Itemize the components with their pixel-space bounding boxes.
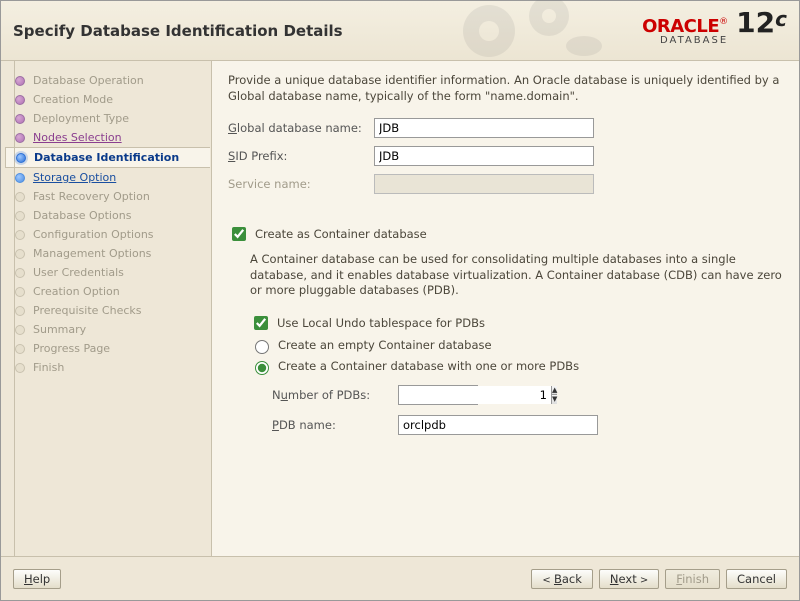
intro-text: Provide a unique database identifier inf… — [228, 73, 783, 104]
step-finish: Finish — [5, 358, 209, 377]
help-button[interactable]: Help — [13, 569, 61, 589]
radio-empty-cdb[interactable] — [255, 340, 269, 354]
content-pane: Provide a unique database identifier inf… — [211, 61, 799, 556]
service-name-label: Service name: — [228, 177, 368, 191]
step-bullet-icon — [15, 344, 25, 354]
step-creation-option: Creation Option — [5, 282, 209, 301]
step-database-operation: Database Operation — [5, 71, 209, 90]
local-undo-row: Use Local Undo tablespace for PDBs — [250, 313, 783, 333]
step-management-options: Management Options — [5, 244, 209, 263]
step-configuration-options: Configuration Options — [5, 225, 209, 244]
cdb-description: A Container database can be used for con… — [250, 252, 783, 299]
create-cdb-row: Create as Container database — [228, 224, 783, 244]
next-button[interactable]: Next > — [599, 569, 659, 589]
step-storage-option[interactable]: Storage Option — [5, 168, 209, 187]
step-bullet-icon — [15, 173, 25, 183]
radio-empty-cdb-label: Create an empty Container database — [278, 338, 492, 352]
header: Specify Database Identification Details … — [1, 1, 799, 61]
step-fast-recovery-option: Fast Recovery Option — [5, 187, 209, 206]
step-bullet-icon — [15, 268, 25, 278]
step-bullet-icon — [15, 249, 25, 259]
identifier-form: Global database name: SID Prefix: Servic… — [228, 118, 783, 194]
step-bullet-icon — [15, 363, 25, 373]
step-prerequisite-checks: Prerequisite Checks — [5, 301, 209, 320]
page-title: Specify Database Identification Details — [13, 22, 343, 40]
step-bullet-icon — [15, 114, 25, 124]
back-button[interactable]: < Back — [531, 569, 592, 589]
step-bullet-icon — [15, 133, 25, 143]
wizard-steps: Database Operation Creation Mode Deploym… — [5, 71, 209, 377]
num-pdbs-label: Number of PDBs: — [272, 388, 392, 402]
finish-button: Finish — [665, 569, 720, 589]
step-creation-mode: Creation Mode — [5, 90, 209, 109]
brand-version: 12 — [736, 6, 775, 39]
step-bullet-icon — [15, 287, 25, 297]
step-bullet-icon — [15, 192, 25, 202]
sid-prefix-input[interactable] — [374, 146, 594, 166]
sid-prefix-label: SID Prefix: — [228, 149, 368, 163]
step-bullet-icon — [15, 95, 25, 105]
step-database-identification: Database Identification — [5, 147, 210, 168]
radio-with-pdbs[interactable] — [255, 361, 269, 375]
global-db-name-label: Global database name: — [228, 121, 368, 135]
brand-word: ORACLE — [642, 16, 719, 37]
spinner-up-icon[interactable]: ▲ — [551, 386, 557, 396]
step-progress-page: Progress Page — [5, 339, 209, 358]
create-cdb-checkbox[interactable] — [232, 227, 246, 241]
global-db-name-input[interactable] — [374, 118, 594, 138]
step-bullet-icon — [15, 230, 25, 240]
pdb-name-input[interactable] — [398, 415, 598, 435]
step-bullet-icon — [15, 211, 25, 221]
pdb-config: Number of PDBs: ▲ ▼ PDB name: — [272, 385, 783, 435]
brand-sub: DATABASE — [642, 36, 728, 46]
oracle-logo: ORACLE® DATABASE 12c — [642, 9, 787, 46]
step-deployment-type: Deployment Type — [5, 109, 209, 128]
radio-pdbs-row: Create a Container database with one or … — [250, 358, 783, 375]
footer: Help < Back Next > Finish Cancel — [1, 556, 799, 600]
step-nodes-selection[interactable]: Nodes Selection — [5, 128, 209, 147]
step-summary: Summary — [5, 320, 209, 339]
radio-empty-cdb-row: Create an empty Container database — [250, 337, 783, 354]
num-pdbs-input[interactable] — [399, 386, 551, 404]
step-storage-option-link[interactable]: Storage Option — [33, 171, 116, 184]
num-pdbs-spinner[interactable]: ▲ ▼ — [398, 385, 478, 405]
pdb-name-label: PDB name: — [272, 418, 392, 432]
local-undo-checkbox[interactable] — [254, 316, 268, 330]
radio-with-pdbs-label: Create a Container database with one or … — [278, 359, 579, 373]
local-undo-label: Use Local Undo tablespace for PDBs — [277, 316, 485, 330]
wizard-window: Specify Database Identification Details … — [0, 0, 800, 601]
service-name-input — [374, 174, 594, 194]
sidebar: Database Operation Creation Mode Deploym… — [1, 61, 211, 556]
step-database-options: Database Options — [5, 206, 209, 225]
cancel-button[interactable]: Cancel — [726, 569, 787, 589]
step-bullet-icon — [16, 153, 26, 163]
create-cdb-label: Create as Container database — [255, 227, 427, 241]
spinner-down-icon[interactable]: ▼ — [551, 395, 557, 404]
header-gear-decoration — [439, 0, 619, 71]
brand-version-suffix: c — [775, 7, 787, 31]
step-user-credentials: User Credentials — [5, 263, 209, 282]
body: Database Operation Creation Mode Deploym… — [1, 61, 799, 556]
step-nodes-selection-link[interactable]: Nodes Selection — [33, 131, 122, 144]
step-bullet-icon — [15, 325, 25, 335]
step-bullet-icon — [15, 306, 25, 316]
step-bullet-icon — [15, 76, 25, 86]
